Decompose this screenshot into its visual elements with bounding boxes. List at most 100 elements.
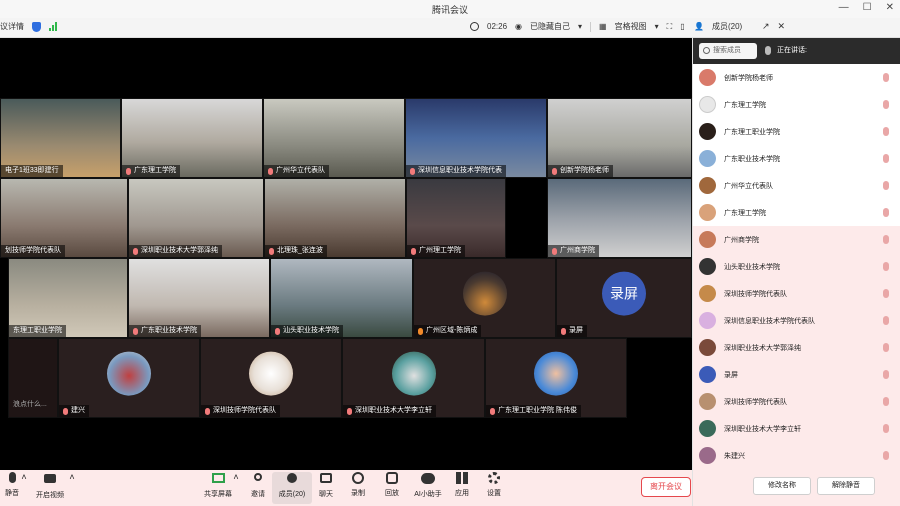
mic-muted-icon bbox=[205, 407, 210, 415]
settings-label: 设置 bbox=[487, 490, 501, 497]
video-tile[interactable]: 北理珠_张连波 bbox=[264, 178, 406, 258]
mic-muted-icon[interactable] bbox=[883, 343, 889, 352]
list-item[interactable]: 深圳职业技术大学李立轩 bbox=[693, 415, 900, 442]
member-name: 广东理工学院 bbox=[724, 209, 766, 217]
grid-view-icon[interactable]: ▦ bbox=[599, 22, 607, 31]
video-tile[interactable]: 深圳职业技术大学李立轩 bbox=[342, 338, 485, 418]
mic-muted-icon[interactable] bbox=[883, 370, 889, 379]
video-tile[interactable]: 广东理工学院 bbox=[121, 98, 263, 178]
video-tile[interactable]: 东理工职业学院 bbox=[8, 258, 128, 338]
replay-icon bbox=[384, 472, 400, 486]
video-tile[interactable]: 创新学院杨老师 bbox=[547, 98, 692, 178]
video-tile[interactable]: 建兴 bbox=[58, 338, 200, 418]
list-item[interactable]: 广东职业技术学院 bbox=[693, 145, 900, 172]
tile-label: 北理珠_张连波 bbox=[277, 247, 323, 254]
unmute-button[interactable]: 解除静音 bbox=[817, 477, 875, 495]
video-tile[interactable]: 汕头职业技术学院 bbox=[270, 258, 413, 338]
list-item[interactable]: 创新学院杨老师 bbox=[693, 64, 900, 91]
mic-muted-icon[interactable] bbox=[883, 127, 889, 136]
mic-muted-icon[interactable] bbox=[883, 100, 889, 109]
members-panel: 搜索成员 正在讲话: 创新学院杨老师 广东理工学院 广东理工职业学院 广东职业技… bbox=[692, 38, 900, 506]
member-name: 创新学院杨老师 bbox=[724, 74, 773, 82]
apps-icon bbox=[454, 472, 470, 486]
video-tile[interactable]: 电子1班33即建行 bbox=[0, 98, 121, 178]
popout-icon[interactable]: ↗ bbox=[762, 21, 770, 32]
mic-muted-icon[interactable] bbox=[883, 73, 889, 82]
leave-meeting-button[interactable]: 离开会议 bbox=[641, 477, 691, 497]
mic-muted-icon[interactable] bbox=[883, 289, 889, 298]
list-item[interactable]: 朱建兴 bbox=[693, 442, 900, 469]
member-name: 广州华立代表队 bbox=[724, 182, 773, 190]
close-icon[interactable]: ✕ bbox=[886, 2, 894, 13]
member-name: 深圳技师学院代表队 bbox=[724, 398, 787, 406]
list-item[interactable]: 深圳技师学院代表队 bbox=[693, 280, 900, 307]
list-item[interactable]: 深圳信息职业技术学院代表队 bbox=[693, 307, 900, 334]
video-tile[interactable]: 深圳职业技术大学郭泽纯 bbox=[128, 178, 264, 258]
mic-muted-icon[interactable] bbox=[883, 316, 889, 325]
video-button[interactable]: 开启视频 bbox=[30, 472, 70, 500]
mic-muted-icon[interactable] bbox=[883, 424, 889, 433]
member-name: 深圳信息职业技术学院代表队 bbox=[724, 317, 815, 325]
rename-button[interactable]: 修改名称 bbox=[753, 477, 811, 495]
list-item[interactable]: 广东理工学院 bbox=[693, 91, 900, 118]
video-tile[interactable]: 深圳技师学院代表队 bbox=[200, 338, 342, 418]
video-label: 开启视频 bbox=[36, 492, 64, 499]
avatar bbox=[249, 351, 293, 396]
list-item[interactable]: 录屏 bbox=[693, 361, 900, 388]
hidden-self-toggle[interactable]: 已隐藏自己 bbox=[530, 21, 570, 32]
app-title: 腾讯会议 bbox=[431, 5, 468, 15]
minimize-icon[interactable]: — bbox=[839, 2, 849, 13]
avatar: 录屏 bbox=[602, 271, 646, 316]
video-tile[interactable]: 广州理工学院 bbox=[406, 178, 506, 258]
tile-label: 电子1班33即建行 bbox=[1, 165, 63, 177]
list-item[interactable]: 广州商学院 bbox=[693, 226, 900, 253]
view-mode-select[interactable]: 宫格视图 bbox=[615, 21, 647, 32]
members-label: 成员(20) bbox=[278, 491, 306, 498]
video-tile[interactable]: 广东职业技术学院 bbox=[128, 258, 270, 338]
mic-icon bbox=[765, 45, 771, 55]
mic-muted-icon[interactable] bbox=[883, 235, 889, 244]
mic-muted-icon[interactable] bbox=[883, 154, 889, 163]
meeting-info-link[interactable]: 议详情 bbox=[0, 21, 24, 32]
chevron-up-icon[interactable]: ˄ bbox=[66, 472, 78, 482]
tile-label: 广东职业技术学院 bbox=[141, 327, 197, 334]
video-tile[interactable]: 录屏 录屏 bbox=[556, 258, 692, 338]
sidebar-toggle-icon[interactable]: ▯ bbox=[680, 22, 684, 31]
video-tile[interactable]: 广州华立代表队 bbox=[263, 98, 405, 178]
avatar bbox=[699, 339, 716, 356]
chevron-up-icon[interactable]: ˄ bbox=[18, 472, 30, 482]
list-item[interactable]: 深圳技师学院代表队 bbox=[693, 388, 900, 415]
mic-muted-icon[interactable] bbox=[883, 451, 889, 460]
eye-hidden-icon[interactable]: ◉ bbox=[515, 22, 522, 31]
replay-label: 回放 bbox=[385, 490, 399, 497]
video-tile[interactable]: 广州商学院 bbox=[547, 178, 692, 258]
mic-muted-icon[interactable] bbox=[883, 397, 889, 406]
video-tile[interactable]: 深圳信息职业技术学院代表 bbox=[405, 98, 547, 178]
fullscreen-icon[interactable]: ⛶ bbox=[667, 22, 673, 32]
list-item[interactable]: 汕头职业技术学院 bbox=[693, 253, 900, 280]
mic-muted-icon bbox=[268, 167, 273, 175]
video-tile[interactable]: 划技师学院代表队 bbox=[0, 178, 128, 258]
mic-muted-icon[interactable] bbox=[883, 262, 889, 271]
close-panel-icon[interactable]: ✕ bbox=[778, 21, 786, 32]
replay-button[interactable]: 回放 bbox=[372, 472, 412, 498]
list-item[interactable]: 广东理工职业学院 bbox=[693, 118, 900, 145]
maximize-icon[interactable]: ☐ bbox=[863, 2, 872, 13]
chevron-down-icon[interactable]: ▾ bbox=[578, 22, 582, 31]
list-item[interactable]: 广东理工学院 bbox=[693, 199, 900, 226]
shield-icon[interactable] bbox=[32, 21, 41, 32]
tile-label: 浪点什么... bbox=[13, 401, 47, 408]
mic-muted-icon bbox=[133, 247, 138, 255]
video-tile[interactable]: 浪点什么... bbox=[8, 338, 58, 418]
tile-label: 东理工职业学院 bbox=[9, 325, 66, 337]
mic-muted-icon[interactable] bbox=[883, 181, 889, 190]
settings-button[interactable]: 设置 bbox=[474, 472, 514, 498]
video-tile[interactable]: 广州区域-陈炳成 bbox=[413, 258, 556, 338]
search-members-input[interactable]: 搜索成员 bbox=[699, 43, 757, 59]
invite-icon bbox=[250, 473, 266, 487]
list-item[interactable]: 广州华立代表队 bbox=[693, 172, 900, 199]
mic-muted-icon[interactable] bbox=[883, 208, 889, 217]
list-item[interactable]: 深圳职业技术大学郭泽纯 bbox=[693, 334, 900, 361]
video-tile[interactable]: 广东理工职业学院 陈伟俊 bbox=[485, 338, 627, 418]
chevron-down-icon[interactable]: ▾ bbox=[655, 22, 659, 31]
